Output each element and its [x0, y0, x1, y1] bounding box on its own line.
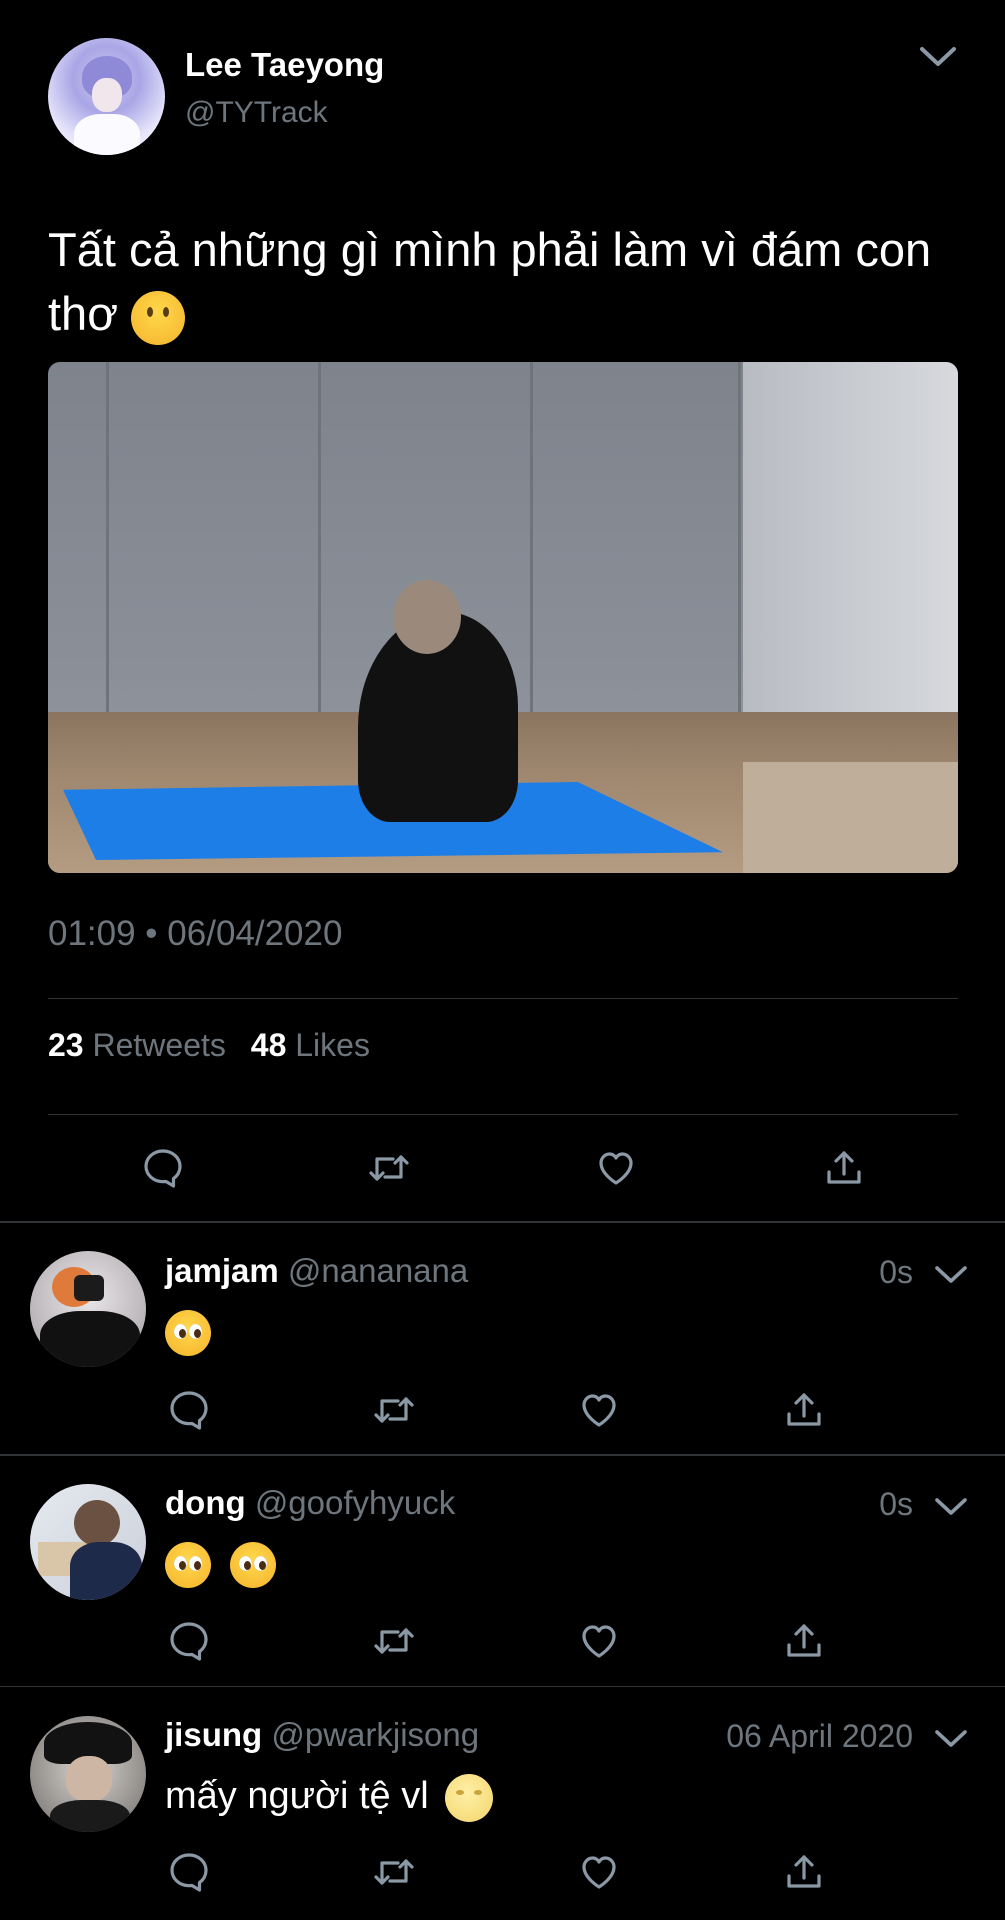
pleading-face-icon [229, 1542, 276, 1588]
reply-text [165, 1542, 276, 1588]
reply-tweet[interactable]: jisung @pwarkjisong 06 April 2020 mấy ng… [0, 1688, 1005, 1920]
divider [48, 998, 958, 999]
reply-avatar[interactable] [30, 1251, 146, 1367]
chevron-down-icon[interactable] [918, 42, 958, 72]
like-count[interactable]: 48 [251, 1027, 287, 1063]
pleading-face-icon [165, 1542, 211, 1588]
retweet-icon[interactable] [372, 1850, 416, 1894]
like-icon[interactable] [594, 1146, 638, 1190]
reply-time: 0s [879, 1486, 913, 1522]
reply-text: mấy người tệ vl [165, 1774, 494, 1822]
author-avatar[interactable] [48, 38, 165, 155]
moon-face-icon [445, 1774, 494, 1822]
reply-icon[interactable] [167, 1388, 211, 1432]
reply-name-text[interactable]: dong [165, 1484, 246, 1521]
chevron-down-icon[interactable] [933, 1726, 969, 1752]
reply-text [165, 1310, 211, 1356]
tweet-media-image[interactable] [48, 362, 958, 873]
reply-name-text[interactable]: jisung [165, 1716, 262, 1753]
reply-time: 0s [879, 1254, 913, 1290]
retweet-label[interactable]: Retweets [92, 1027, 225, 1063]
reply-author-name[interactable]: jamjam @nananana [165, 1252, 468, 1290]
reply-tweet[interactable]: dong @goofyhyuck 0s [0, 1456, 1005, 1686]
reply-handle[interactable]: @pwarkjisong [271, 1716, 479, 1753]
retweet-icon[interactable] [372, 1388, 416, 1432]
section-divider [0, 1686, 1005, 1687]
reply-avatar[interactable] [30, 1484, 146, 1600]
tweet-stats: 23 Retweets 48 Likes [48, 1027, 370, 1064]
reply-handle[interactable]: @nananana [288, 1252, 468, 1289]
divider [48, 1114, 958, 1115]
share-icon[interactable] [822, 1146, 866, 1190]
chevron-down-icon[interactable] [933, 1494, 969, 1520]
share-icon[interactable] [782, 1619, 826, 1663]
slightly-smiling-face-icon [131, 290, 186, 345]
share-icon[interactable] [782, 1850, 826, 1894]
reply-text-content: mấy người tệ vl [165, 1775, 429, 1818]
chevron-down-icon[interactable] [933, 1262, 969, 1288]
reply-name-text[interactable]: jamjam [165, 1252, 279, 1289]
like-icon[interactable] [577, 1388, 621, 1432]
reply-time: 06 April 2020 [726, 1718, 913, 1754]
like-icon[interactable] [577, 1619, 621, 1663]
retweet-count[interactable]: 23 [48, 1027, 84, 1063]
retweet-icon[interactable] [372, 1619, 416, 1663]
reply-author-name[interactable]: jisung @pwarkjisong [165, 1716, 479, 1754]
like-icon[interactable] [577, 1850, 621, 1894]
reply-author-name[interactable]: dong @goofyhyuck [165, 1484, 455, 1522]
retweet-icon[interactable] [367, 1146, 411, 1190]
reply-tweet[interactable]: jamjam @nananana 0s [0, 1222, 1005, 1454]
tweet-text: Tất cả những gì mình phải làm vì đám con… [48, 218, 948, 346]
pleading-face-icon [165, 1310, 211, 1356]
main-tweet: Lee Taeyong @TYTrack Tất cả những gì mìn… [0, 0, 1005, 1222]
reply-icon[interactable] [141, 1146, 185, 1190]
author-handle[interactable]: @TYTrack [185, 96, 328, 130]
tweet-timestamp: 01:09 • 06/04/2020 [48, 914, 343, 953]
author-name[interactable]: Lee Taeyong [185, 46, 384, 84]
reply-avatar[interactable] [30, 1716, 146, 1832]
reply-icon[interactable] [167, 1850, 211, 1894]
reply-handle[interactable]: @goofyhyuck [255, 1484, 455, 1521]
share-icon[interactable] [782, 1388, 826, 1432]
reply-icon[interactable] [167, 1619, 211, 1663]
like-label[interactable]: Likes [295, 1027, 370, 1063]
